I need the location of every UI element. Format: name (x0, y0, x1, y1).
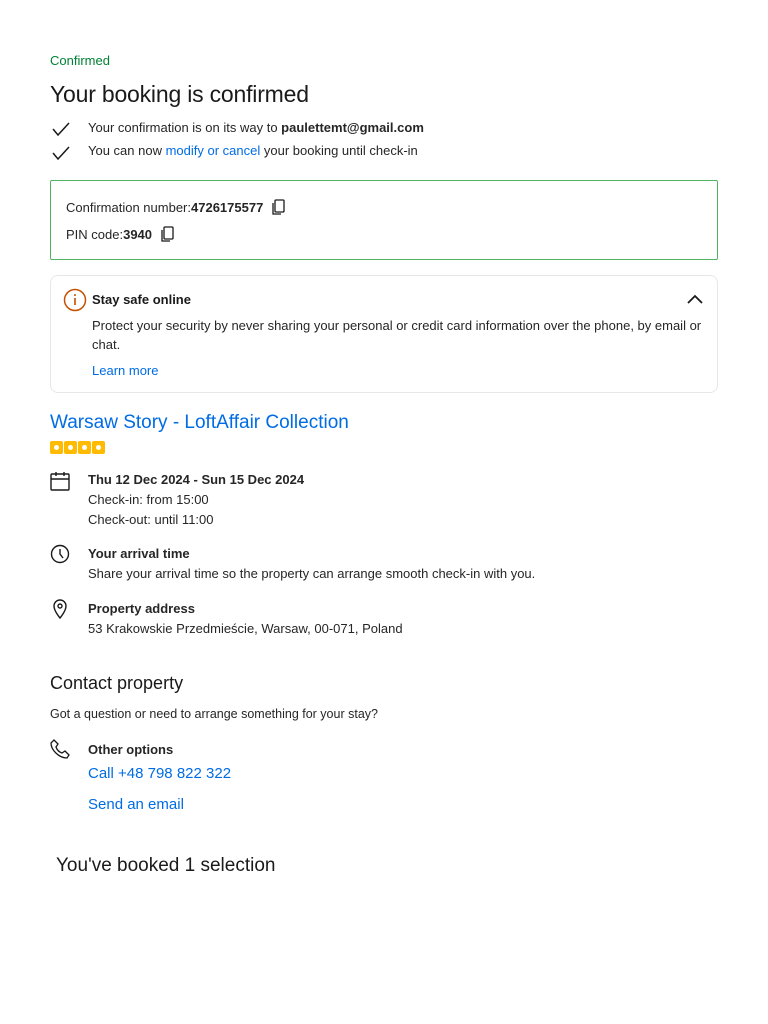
safety-card: Stay safe online Protect your security b… (50, 275, 718, 393)
text: You can now (88, 143, 166, 158)
address-title: Property address (88, 601, 195, 616)
star-icon (92, 441, 105, 454)
confirmation-box: Confirmation number: 4726175577 PIN code… (50, 180, 718, 260)
star-icon (50, 441, 63, 454)
text: Your confirmation is on its way to (88, 120, 282, 135)
confirmation-number: Confirmation number: 4726175577 (66, 199, 285, 215)
send-email-link[interactable]: Send an email (88, 796, 184, 813)
arrival-title: Your arrival time (88, 546, 190, 561)
chevron-up-icon[interactable] (687, 294, 703, 304)
page-title: Your booking is confirmed (50, 81, 309, 107)
star-icon (64, 441, 77, 454)
copy-icon[interactable] (160, 226, 174, 242)
safety-title: Stay safe online (92, 292, 191, 307)
label: Confirmation number: (66, 199, 191, 215)
stay-dates: Thu 12 Dec 2024 - Sun 15 Dec 2024 (88, 472, 305, 487)
arrival-text: Share your arrival time so the property … (88, 566, 536, 581)
email: paulettemt@gmail.com (281, 120, 424, 135)
booked-selection-title: You've booked 1 selection (56, 855, 276, 876)
value: 4726175577 (191, 199, 264, 215)
text: your booking until check-in (260, 143, 418, 158)
pin-code: PIN code: 3940 (66, 226, 174, 242)
calendar-icon (50, 472, 70, 491)
checkin-time: Check-in: from 15:00 (88, 492, 209, 507)
property-address: 53 Krakowskie Przedmieście, Warsaw, 00-0… (88, 621, 403, 636)
check-icon (52, 146, 70, 160)
learn-more-link[interactable]: Learn more (92, 363, 158, 378)
phone-icon (50, 739, 70, 759)
clock-icon (50, 544, 70, 564)
modify-line: You can now modify or cancel your bookin… (88, 143, 418, 158)
info-icon (63, 288, 87, 312)
copy-icon[interactable] (271, 199, 285, 215)
star-rating (50, 441, 106, 459)
property-name-link[interactable]: Warsaw Story - LoftAffair Collection (50, 412, 349, 434)
contact-title: Contact property (50, 673, 184, 693)
location-pin-icon (53, 599, 67, 620)
modify-cancel-link[interactable]: modify or cancel (166, 143, 261, 158)
other-options-title: Other options (88, 742, 174, 757)
checkout-time: Check-out: until 11:00 (88, 512, 214, 527)
safety-text: Protect your security by never sharing y… (92, 318, 702, 352)
status-label: Confirmed (50, 53, 110, 68)
contact-subtitle: Got a question or need to arrange someth… (50, 707, 378, 721)
call-link[interactable]: Call +48 798 822 322 (88, 765, 231, 782)
label: PIN code: (66, 226, 124, 242)
value: 3940 (123, 226, 153, 242)
star-icon (78, 441, 91, 454)
confirmation-email-line: Your confirmation is on its way to paule… (88, 120, 424, 135)
check-icon (52, 122, 70, 136)
